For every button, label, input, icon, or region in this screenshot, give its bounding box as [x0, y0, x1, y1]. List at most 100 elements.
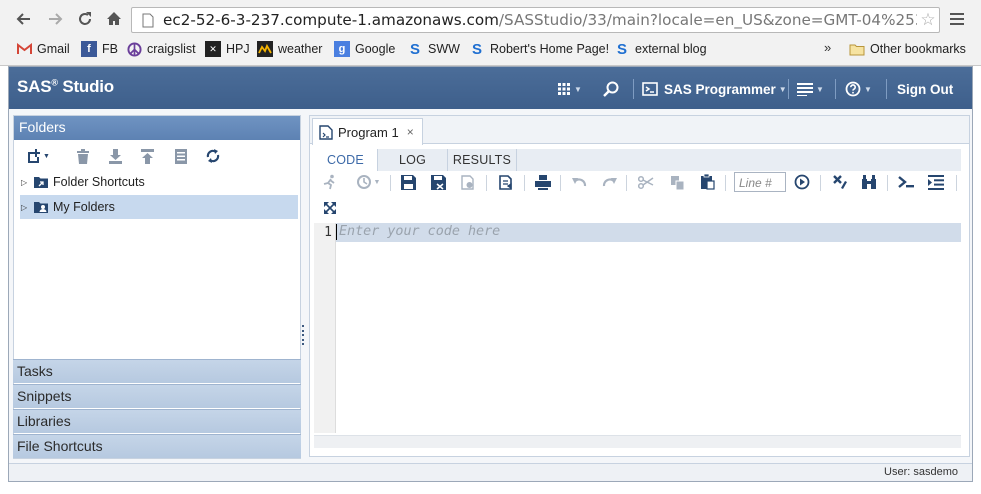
bookmark-label: FB — [102, 42, 118, 56]
browser-navbar: ec2-52-6-3-237.compute-1.amazonaws.com/S… — [0, 0, 981, 38]
expand-arrow-icon[interactable]: ▷ — [21, 203, 31, 212]
go-to-line-button[interactable] — [794, 174, 810, 190]
accordion-libraries[interactable]: Libraries — [13, 409, 301, 433]
save-button[interactable] — [400, 174, 416, 190]
browser-menu-button[interactable] — [947, 10, 967, 30]
refresh-icon — [206, 149, 220, 163]
home-icon — [107, 12, 121, 25]
address-bar[interactable]: ec2-52-6-3-237.compute-1.amazonaws.com/S… — [131, 7, 940, 33]
upload-button[interactable] — [139, 148, 155, 164]
clear-icon — [833, 175, 847, 189]
bookmark-roberts-home-page[interactable]: S Robert's Home Page! — [469, 40, 609, 58]
work-area: Program 1 × CODE LOG RESULTS ▼ Line # 1 … — [309, 115, 970, 457]
toolbar-divider — [390, 175, 391, 191]
print-button[interactable] — [535, 174, 551, 190]
undo-button[interactable] — [571, 174, 587, 190]
find-replace-button[interactable] — [861, 174, 877, 190]
open-button[interactable] — [460, 174, 476, 190]
bookmark-label: craigslist — [147, 42, 196, 56]
close-tab-icon[interactable]: × — [407, 125, 414, 139]
cut-button[interactable] — [638, 174, 654, 190]
history-icon — [356, 175, 371, 189]
copy-button[interactable] — [669, 174, 685, 190]
editor-subtabs: CODE LOG RESULTS — [314, 149, 961, 171]
bookmarks-overflow-button[interactable]: » — [824, 40, 831, 55]
app-title: SAS® Studio — [17, 77, 114, 96]
tab-log[interactable]: LOG — [378, 149, 448, 171]
s-icon: S — [471, 40, 482, 58]
submit-code-button[interactable] — [498, 174, 514, 190]
accordion-tasks[interactable]: Tasks — [13, 359, 301, 383]
bookmark-star-icon[interactable]: ☆ — [917, 10, 939, 30]
back-button[interactable] — [14, 9, 34, 29]
line-number-gutter: 1 — [314, 223, 336, 433]
bookmark-google[interactable]: g Google — [334, 40, 395, 58]
trash-icon — [77, 148, 89, 164]
play-circle-icon — [794, 174, 810, 190]
perspective-menu[interactable]: SAS Programmer ▼ — [642, 79, 787, 99]
print-icon — [535, 174, 551, 190]
run-button[interactable] — [322, 174, 338, 190]
download-button[interactable] — [107, 148, 123, 164]
home-button[interactable] — [104, 9, 124, 29]
expand-arrow-icon[interactable]: ▷ — [21, 178, 31, 187]
back-arrow-icon — [16, 13, 30, 25]
indent-icon — [928, 174, 944, 190]
bookmark-hpj[interactable]: ✕ HPJ — [205, 40, 250, 58]
program-tabstrip: Program 1 × — [310, 116, 969, 145]
accordion-snippets[interactable]: Snippets — [13, 384, 301, 408]
tab-program-1[interactable]: Program 1 × — [312, 118, 423, 145]
history-button[interactable]: ▼ — [354, 174, 382, 190]
refresh-button[interactable] — [205, 148, 221, 164]
page-icon — [139, 10, 157, 30]
bookmark-label: HPJ — [226, 42, 250, 56]
horizontal-scrollbar[interactable] — [314, 435, 961, 448]
search-button[interactable] — [603, 79, 619, 99]
help-icon — [845, 81, 861, 97]
tree-item-my-folders[interactable]: ▷ My Folders — [20, 195, 298, 219]
save-as-button[interactable] — [430, 174, 446, 190]
accordion-file-shortcuts[interactable]: File Shortcuts — [13, 434, 301, 458]
redo-button[interactable] — [602, 174, 618, 190]
properties-button[interactable] — [173, 148, 189, 164]
header-divider — [886, 79, 887, 99]
bookmark-external-blog[interactable]: S external blog — [614, 40, 707, 58]
maximize-button[interactable] — [322, 200, 338, 216]
forward-button[interactable] — [45, 9, 65, 29]
toolbar-divider — [820, 175, 821, 191]
options-menu-button[interactable]: ▼ — [797, 79, 824, 99]
new-button[interactable]: ▼ — [25, 148, 51, 164]
line-command-button[interactable] — [898, 174, 914, 190]
apps-menu-button[interactable]: ▼ — [557, 79, 582, 99]
sign-out-button[interactable]: Sign Out — [897, 79, 953, 99]
folder-shortcut-icon — [33, 174, 49, 190]
line-number-input[interactable]: Line # — [734, 172, 786, 192]
paste-button[interactable] — [699, 174, 715, 190]
bookmark-weather[interactable]: weather — [257, 40, 322, 58]
bookmark-gmail[interactable]: Gmail — [16, 40, 70, 58]
pane-splitter[interactable] — [302, 325, 304, 345]
tree-item-folder-shortcuts[interactable]: ▷ Folder Shortcuts — [20, 170, 298, 194]
clear-code-button[interactable] — [832, 174, 848, 190]
format-code-button[interactable] — [928, 174, 944, 190]
help-menu-button[interactable]: ▼ — [845, 79, 872, 99]
bookmark-craigslist[interactable]: craigslist — [126, 40, 196, 58]
tab-results[interactable]: RESULTS — [448, 149, 517, 171]
delete-button[interactable] — [75, 148, 91, 164]
peace-icon — [126, 41, 142, 57]
url-host: ec2-52-6-3-237.compute-1.amazonaws.com — [163, 11, 499, 29]
active-code-line[interactable]: Enter your code here — [336, 223, 961, 242]
url-text[interactable]: ec2-52-6-3-237.compute-1.amazonaws.com/S… — [163, 11, 917, 29]
toolbar-divider — [956, 175, 957, 191]
new-item-icon — [28, 149, 41, 163]
properties-icon — [175, 148, 187, 164]
other-bookmarks[interactable]: Other bookmarks — [849, 40, 966, 58]
folders-section-header[interactable]: Folders — [14, 116, 300, 140]
bookmark-sww[interactable]: S SWW — [407, 40, 460, 58]
bookmark-fb[interactable]: f FB — [81, 40, 118, 58]
s-icon: S — [616, 40, 627, 58]
tab-code[interactable]: CODE — [314, 149, 378, 171]
sas-studio-app: SAS® Studio ▼ SAS Programmer▼ ▼ ▼ Sign — [8, 66, 973, 482]
code-editor[interactable]: 1 Enter your code here — [314, 223, 961, 433]
reload-button[interactable] — [75, 9, 95, 29]
